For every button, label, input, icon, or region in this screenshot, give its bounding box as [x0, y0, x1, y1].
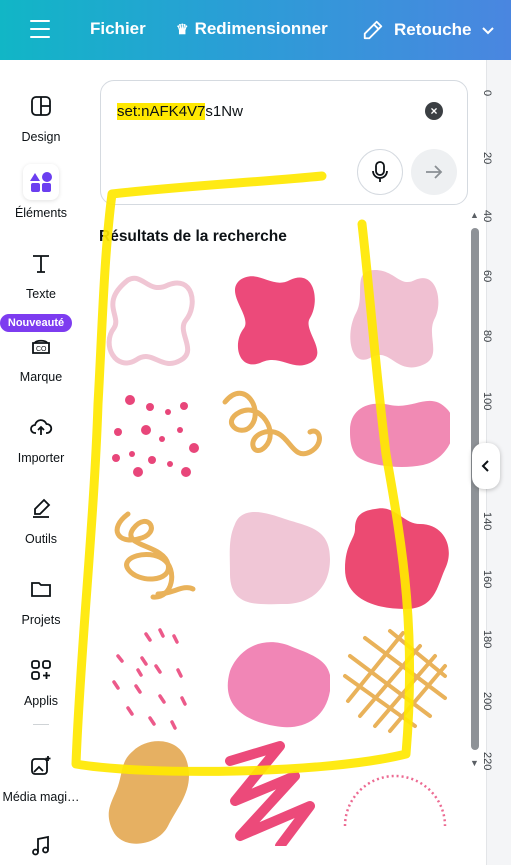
pencil-icon	[363, 20, 383, 40]
rail-label-text: Texte	[26, 287, 56, 301]
search-input[interactable]: set:nAFK4V7s1Nw	[117, 103, 243, 120]
result-light-pink-blob[interactable]	[340, 260, 450, 370]
rail-label-brand: Marque	[19, 370, 63, 384]
rail-item-upload[interactable]: Importer	[0, 409, 82, 465]
chevron-down-icon	[482, 27, 495, 35]
elements-panel: set:nAFK4V7s1Nw × Résultats de la recher…	[82, 60, 486, 865]
folder-icon	[23, 571, 59, 607]
scroll-up-arrow[interactable]: ▲	[470, 210, 479, 220]
ruler-tick: 160	[481, 570, 493, 589]
result-orange-squiggle[interactable]	[220, 382, 330, 492]
submit-search-button[interactable]	[411, 149, 457, 195]
text-icon	[23, 245, 59, 281]
ruler-tick: 40	[481, 210, 493, 223]
result-flower-outline[interactable]	[98, 260, 208, 370]
retouch-button[interactable]: Retouche	[362, 19, 495, 41]
rail-label-tools: Outils	[25, 532, 57, 546]
result-orange-grid[interactable]	[340, 626, 450, 736]
result-pink-blob[interactable]	[340, 382, 454, 492]
scroll-down-arrow[interactable]: ▼	[470, 758, 479, 768]
resize-label: Redimensionner	[194, 19, 328, 38]
rail-item-apps[interactable]: Applis	[0, 652, 82, 708]
clear-search-button[interactable]: ×	[425, 102, 443, 120]
left-rail: Design Éléments Texte Nouveauté CO Marqu…	[0, 60, 82, 865]
rail-item-text[interactable]: Texte	[0, 245, 82, 301]
crown-icon: ♛	[176, 20, 189, 37]
brand-icon: CO	[23, 328, 59, 364]
retouch-label: Retouche	[394, 20, 472, 39]
music-icon	[23, 828, 59, 864]
rail-label-projects: Projets	[21, 613, 61, 627]
top-bar: Fichier ♛ Redimensionner Retouche	[0, 0, 511, 60]
resize-button[interactable]: ♛ Redimensionner	[176, 19, 328, 39]
layout-icon	[23, 88, 59, 124]
search-box[interactable]: set:nAFK4V7s1Nw ×	[100, 80, 468, 205]
arrow-right-icon	[426, 165, 443, 179]
shapes-icon	[23, 164, 59, 200]
chevron-left-icon	[481, 460, 489, 472]
ruler-tick: 100	[481, 392, 493, 411]
voice-search-button[interactable]	[357, 149, 403, 195]
result-orange-swirl[interactable]	[98, 504, 208, 614]
result-pink-blob-2[interactable]	[220, 626, 331, 736]
result-pink-red-blob[interactable]	[340, 504, 450, 614]
rail-item-audio[interactable]	[0, 828, 82, 865]
rail-item-brand[interactable]: CO Marque	[0, 328, 82, 384]
rail-item-tools[interactable]: Outils	[0, 490, 82, 546]
ruler-tick: 80	[481, 330, 493, 343]
result-pink-zigzag[interactable]	[220, 736, 330, 851]
ruler-tick: 0	[481, 90, 493, 97]
ruler-tick: 60	[481, 270, 493, 283]
file-menu-button[interactable]: Fichier	[90, 19, 146, 39]
rail-label-design: Design	[21, 130, 61, 144]
ruler-tick: 140	[481, 512, 493, 531]
ruler-tick: 200	[481, 692, 493, 711]
result-pink-cross-blob[interactable]	[220, 260, 330, 370]
svg-text:CO: CO	[36, 346, 47, 353]
result-pink-dots[interactable]	[98, 382, 208, 492]
ruler-tick: 20	[481, 152, 493, 165]
rail-item-magic-media[interactable]: Média magi…	[0, 748, 82, 804]
apps-icon	[23, 652, 59, 688]
results-heading: Résultats de la recherche	[99, 228, 287, 245]
rail-label-elements: Éléments	[14, 206, 68, 220]
ruler-tick: 220	[481, 752, 493, 771]
result-dotted-arc[interactable]	[340, 736, 450, 846]
ruler-tick: 180	[481, 630, 493, 649]
rail-label-upload: Importer	[17, 451, 65, 465]
result-orange-blob[interactable]	[98, 736, 208, 846]
cloud-upload-icon	[23, 409, 59, 445]
menu-icon[interactable]	[30, 20, 50, 38]
panel-scrollbar[interactable]	[471, 228, 479, 750]
magic-media-icon	[23, 748, 59, 784]
search-query-rest: s1Nw	[205, 103, 243, 120]
result-pink-dashes[interactable]	[98, 626, 208, 736]
search-query-highlight: set:nAFK4V7	[117, 103, 206, 120]
rail-label-magic-media: Média magi…	[2, 790, 80, 804]
pen-icon	[23, 490, 59, 526]
rail-label-apps: Applis	[23, 694, 59, 708]
collapse-panel-button[interactable]	[472, 443, 500, 489]
rail-item-projects[interactable]: Projets	[0, 571, 82, 627]
rail-divider	[33, 724, 49, 725]
rail-item-design[interactable]: Design	[0, 88, 82, 144]
microphone-icon	[372, 161, 388, 182]
rail-item-elements[interactable]: Éléments	[0, 164, 82, 220]
result-light-pink-blob-2[interactable]	[220, 504, 330, 614]
